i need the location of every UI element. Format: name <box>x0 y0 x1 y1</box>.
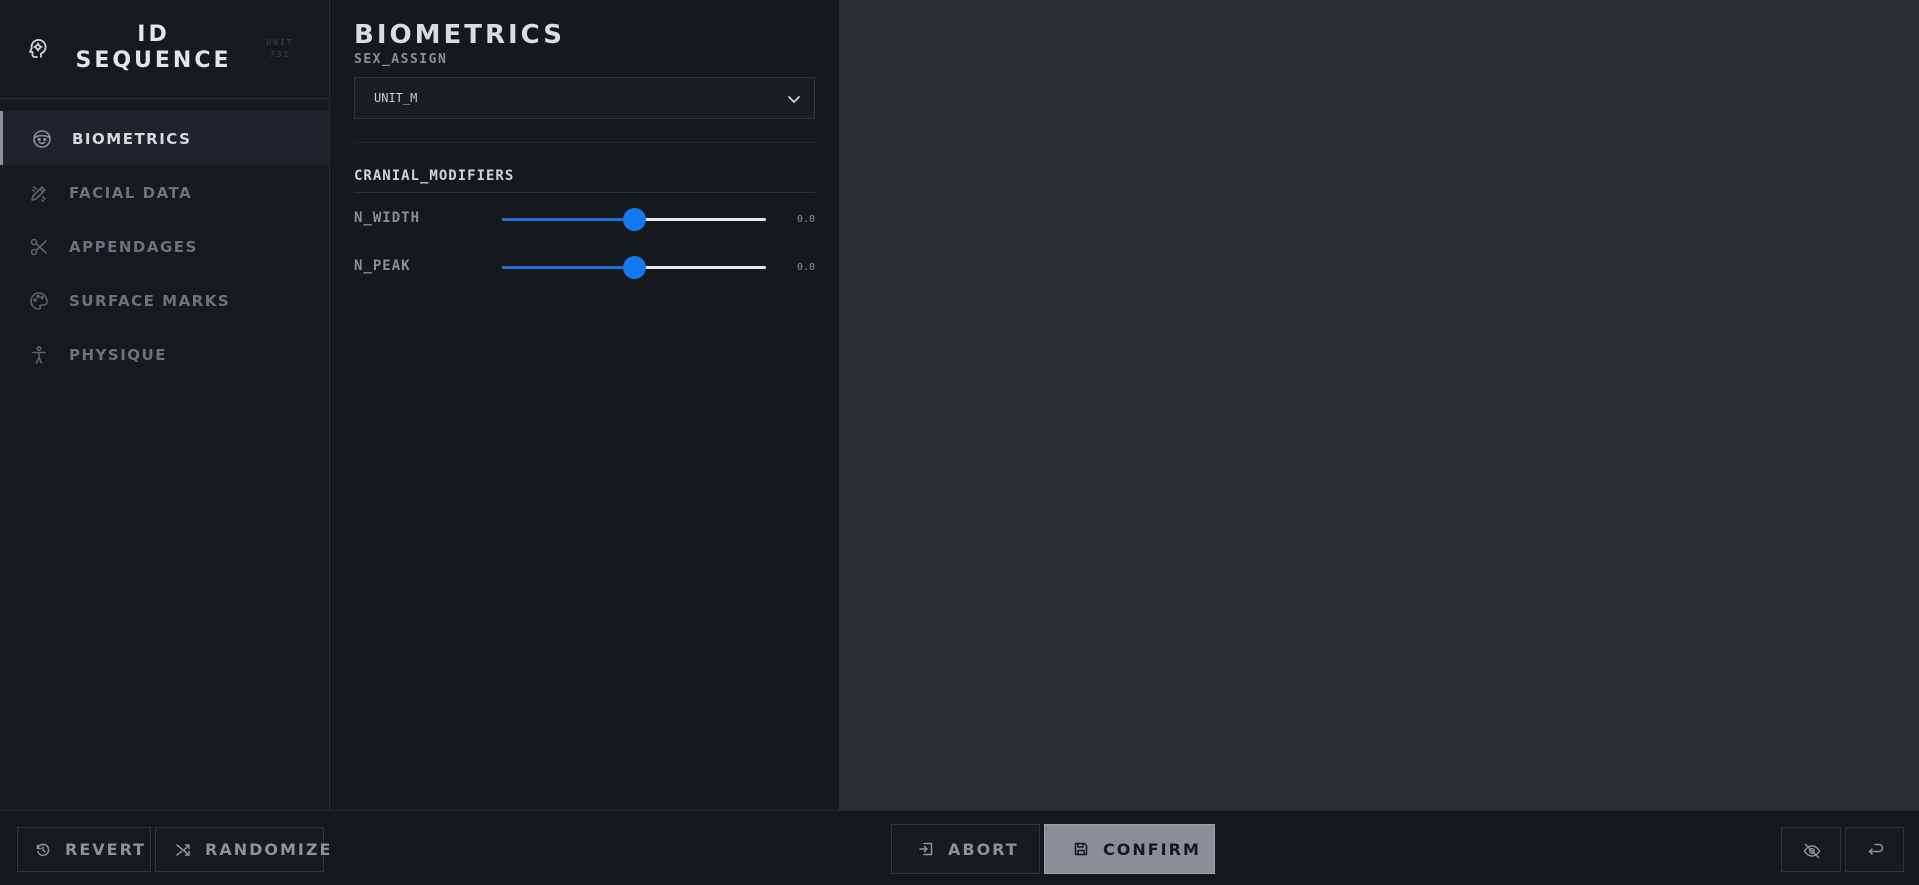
head-gear-icon <box>26 37 50 61</box>
shuffle-icon <box>175 842 191 858</box>
character-viewport[interactable] <box>839 0 1919 810</box>
slider-row-n-peak: N_PEAK 0.0 <box>354 252 815 282</box>
history-icon <box>35 842 51 858</box>
divider <box>354 192 815 193</box>
sidebar: ID SEQUENCE UNIT 731 BIOMETRICS FACIAL D… <box>0 0 330 810</box>
palette-icon <box>29 291 49 311</box>
brand-title: ID SEQUENCE <box>75 22 232 73</box>
n-peak-slider[interactable] <box>502 256 766 279</box>
revert-label: REVERT <box>65 840 147 859</box>
toggle-visibility-button[interactable] <box>1781 827 1841 872</box>
pencil-ruler-icon <box>29 183 49 203</box>
save-icon <box>1073 841 1089 857</box>
slider-row-n-width: N_WIDTH 0.0 <box>354 204 815 234</box>
person-icon <box>29 345 49 365</box>
sidebar-item-physique[interactable]: PHYSIQUE <box>0 327 329 381</box>
sidebar-nav: BIOMETRICS FACIAL DATA APPENDAGES SURFAC… <box>0 111 329 381</box>
slider-label: N_PEAK <box>354 258 411 274</box>
undo-icon <box>1867 842 1883 858</box>
sidebar-item-label: SURFACE MARKS <box>69 292 231 310</box>
slider-fill <box>502 266 634 269</box>
brand-unit: UNIT 731 <box>266 38 294 59</box>
divider <box>354 142 815 143</box>
eye-off-icon <box>1803 842 1821 858</box>
face-icon <box>32 129 52 149</box>
sidebar-item-biometrics[interactable]: BIOMETRICS <box>0 111 329 165</box>
abort-label: ABORT <box>948 839 1019 859</box>
sidebar-item-label: APPENDAGES <box>69 238 198 256</box>
slider-label: N_WIDTH <box>354 210 421 226</box>
panel-title: BIOMETRICS <box>354 20 565 50</box>
slider-thumb[interactable] <box>623 208 646 231</box>
randomize-button[interactable]: RANDOMIZE <box>155 827 330 872</box>
n-width-slider[interactable] <box>502 208 766 231</box>
sidebar-item-surface-marks[interactable]: SURFACE MARKS <box>0 273 329 327</box>
settings-panel: BIOMETRICS SEX_ASSIGN UNIT_M CRANIAL_MOD… <box>330 0 839 810</box>
abort-button[interactable]: ABORT <box>891 824 1040 874</box>
sex-assign-value: UNIT_M <box>374 91 418 105</box>
slider-value: 0.0 <box>796 262 815 273</box>
slider-thumb[interactable] <box>623 256 646 279</box>
chevron-down-icon <box>786 91 802 107</box>
confirm-button[interactable]: CONFIRM <box>1044 824 1215 874</box>
sidebar-item-label: BIOMETRICS <box>72 130 192 148</box>
sidebar-item-label: FACIAL DATA <box>69 184 193 202</box>
app-root: ID SEQUENCE UNIT 731 BIOMETRICS FACIAL D… <box>0 0 1919 885</box>
sex-assign-select[interactable]: UNIT_M <box>354 77 815 119</box>
footer-toolbar: REVERT RANDOMIZE ABORT CONFIRM <box>0 810 1919 885</box>
randomize-label: RANDOMIZE <box>205 840 333 859</box>
revert-button[interactable]: REVERT <box>17 827 151 872</box>
brand-header: ID SEQUENCE UNIT 731 <box>0 0 329 99</box>
slider-fill <box>502 218 634 221</box>
slider-value: 0.0 <box>796 214 815 225</box>
exit-icon <box>918 841 934 857</box>
confirm-label: CONFIRM <box>1103 839 1201 859</box>
section-title: CRANIAL_MODIFIERS <box>354 168 515 184</box>
scissors-icon <box>29 237 49 257</box>
sidebar-item-appendages[interactable]: APPENDAGES <box>0 219 329 273</box>
sidebar-item-facial-data[interactable]: FACIAL DATA <box>0 165 329 219</box>
sex-assign-label: SEX_ASSIGN <box>354 52 448 67</box>
undo-button[interactable] <box>1845 827 1904 872</box>
sidebar-item-label: PHYSIQUE <box>69 346 167 364</box>
